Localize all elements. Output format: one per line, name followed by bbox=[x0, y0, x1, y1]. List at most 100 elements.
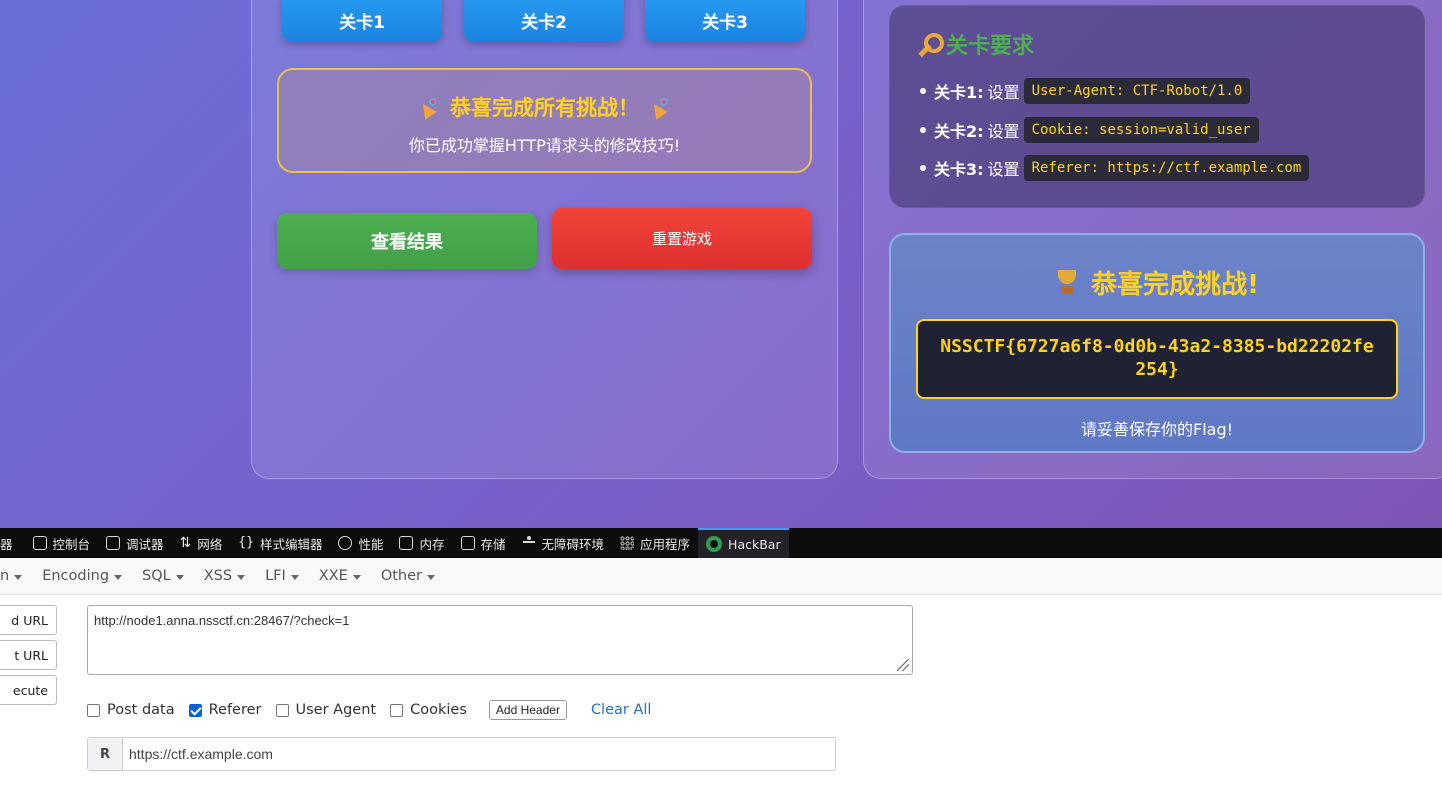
tab-inspector[interactable]: 器 bbox=[0, 528, 21, 558]
chevron-down-icon bbox=[352, 574, 361, 580]
tab-network[interactable]: ⇅ 网络 bbox=[172, 528, 231, 558]
requirement-verb: 设置 bbox=[987, 83, 1020, 103]
referer-checkbox[interactable] bbox=[188, 703, 202, 717]
flag-title-row: 恭喜完成挑战! bbox=[891, 264, 1423, 301]
requirement-label: 关卡1: bbox=[934, 83, 984, 103]
tab-label: 内存 bbox=[419, 536, 445, 552]
accessibility-icon bbox=[522, 536, 536, 550]
level-1-button[interactable]: 关卡1 bbox=[282, 0, 442, 42]
hackbar-icon bbox=[706, 536, 723, 552]
menu-label: Encoding bbox=[42, 568, 110, 584]
menu-label: SQL bbox=[142, 568, 171, 584]
referer-option[interactable]: Referer bbox=[188, 702, 262, 718]
post-data-option[interactable]: Post data bbox=[87, 702, 175, 718]
tab-memory[interactable]: 内存 bbox=[391, 528, 452, 558]
tab-storage[interactable]: 存储 bbox=[453, 528, 514, 558]
level-2-button[interactable]: 关卡2 bbox=[464, 0, 624, 42]
tab-label: 调试器 bbox=[126, 536, 164, 552]
requirements-box: 关卡要求 关卡1: 设置 User-Agent: CTF-Robot/1.0 关… bbox=[889, 5, 1425, 208]
requirement-label: 关卡2: bbox=[934, 121, 984, 141]
load-url-button[interactable]: d URL bbox=[0, 605, 57, 635]
tab-style-editor[interactable]: {} 样式编辑器 bbox=[230, 528, 330, 558]
tab-console[interactable]: 控制台 bbox=[25, 528, 99, 558]
tab-label: 性能 bbox=[358, 536, 384, 552]
menu-lfi[interactable]: LFI bbox=[265, 568, 299, 584]
debugger-icon bbox=[106, 536, 121, 550]
requirement-item: 关卡1: 设置 User-Agent: CTF-Robot/1.0 bbox=[920, 72, 1309, 111]
requirement-item: 关卡2: 设置 Cookie: session=valid_user bbox=[920, 111, 1309, 150]
flag-value[interactable]: NSSCTF{6727a6f8-0d0b-43a2-8385-bd22202fe… bbox=[916, 319, 1398, 399]
network-arrows-icon: ⇅ bbox=[179, 535, 192, 551]
menu-other[interactable]: Other bbox=[381, 568, 435, 584]
flag-panel: 恭喜完成挑战! NSSCTF{6727a6f8-0d0b-43a2-8385-b… bbox=[889, 233, 1425, 453]
memory-chip-icon bbox=[399, 536, 414, 550]
flag-title: 恭喜完成挑战! bbox=[1091, 270, 1259, 300]
tab-label: 存储 bbox=[480, 536, 506, 552]
tab-accessibility[interactable]: 无障碍环境 bbox=[514, 528, 613, 558]
chevron-down-icon bbox=[175, 574, 184, 580]
menu-label: LFI bbox=[265, 568, 286, 584]
option-label: User Agent bbox=[295, 702, 377, 718]
tab-label: HackBar bbox=[728, 536, 781, 552]
option-label: Cookies bbox=[410, 702, 467, 718]
execute-button[interactable]: ecute bbox=[0, 675, 57, 705]
requirement-code: Referer: https://ctf.example.com bbox=[1023, 155, 1310, 182]
requirement-code: User-Agent: CTF-Robot/1.0 bbox=[1023, 78, 1251, 105]
tab-performance[interactable]: 性能 bbox=[330, 528, 391, 558]
tab-application[interactable]: 应用程序 bbox=[612, 528, 698, 558]
tab-label: 样式编辑器 bbox=[259, 536, 323, 552]
post-data-checkbox[interactable] bbox=[87, 703, 100, 717]
option-label: Post data bbox=[107, 702, 175, 718]
menu-xss[interactable]: XSS bbox=[203, 568, 246, 584]
menu-load[interactable]: n bbox=[0, 568, 23, 584]
tab-label: 器 bbox=[0, 536, 13, 552]
chevron-down-icon bbox=[290, 574, 299, 580]
flag-note: 请妥善保存你的Flag! bbox=[1080, 420, 1234, 439]
referer-header-row: R https://ctf.example.com bbox=[87, 737, 836, 771]
reset-game-button[interactable]: 重置游戏 bbox=[552, 208, 812, 269]
user-agent-option[interactable]: User Agent bbox=[275, 702, 377, 718]
menu-label: Other bbox=[380, 568, 422, 584]
bullet-icon bbox=[920, 165, 926, 172]
storage-icon bbox=[460, 536, 475, 550]
menu-xxe[interactable]: XXE bbox=[319, 568, 361, 584]
key-icon bbox=[914, 32, 944, 56]
url-textarea[interactable]: http://node1.anna.nssctf.cn:28467/?check… bbox=[87, 605, 913, 675]
user-agent-checkbox[interactable] bbox=[275, 703, 289, 717]
hackbar-body: d URL t URL ecute http://node1.anna.nssc… bbox=[0, 595, 1442, 788]
chevron-down-icon bbox=[237, 574, 246, 580]
tab-label: 网络 bbox=[197, 536, 223, 552]
resize-grip-icon[interactable] bbox=[897, 659, 909, 671]
menu-label: XSS bbox=[203, 568, 233, 584]
add-header-button[interactable]: Add Header bbox=[488, 700, 567, 720]
requirement-verb: 设置 bbox=[987, 121, 1020, 141]
trophy-icon bbox=[1055, 269, 1079, 296]
hackbar-menu: n Encoding SQL XSS LFI XXE Other bbox=[0, 558, 1442, 595]
cookies-option[interactable]: Cookies bbox=[390, 702, 467, 718]
congrats-subtitle: 你已成功掌握HTTP请求头的修改技巧! bbox=[408, 136, 681, 155]
cookies-checkbox[interactable] bbox=[390, 703, 404, 717]
requirement-label: 关卡3: bbox=[934, 160, 984, 180]
bullet-icon bbox=[920, 88, 926, 95]
menu-sql[interactable]: SQL bbox=[142, 568, 184, 584]
referer-value-input[interactable]: https://ctf.example.com bbox=[123, 738, 835, 770]
chevron-down-icon bbox=[114, 574, 123, 580]
hackbar-options: Post data Referer User Agent Cookies Add… bbox=[87, 700, 651, 720]
tab-hackbar[interactable]: HackBar bbox=[698, 528, 789, 558]
congrats-title: 恭喜完成所有挑战！ bbox=[450, 96, 639, 120]
tab-label: 控制台 bbox=[52, 536, 91, 552]
braces-icon: {} bbox=[238, 535, 254, 550]
requirements-title: 关卡要求 bbox=[946, 34, 1035, 59]
chevron-down-icon bbox=[14, 574, 23, 580]
view-result-button[interactable]: 查看结果 bbox=[277, 213, 537, 269]
split-url-button[interactable]: t URL bbox=[0, 640, 57, 670]
requirements-list: 关卡1: 设置 User-Agent: CTF-Robot/1.0 关卡2: 设… bbox=[920, 72, 1310, 188]
console-icon bbox=[32, 536, 47, 550]
tab-debugger[interactable]: 调试器 bbox=[98, 528, 172, 558]
level-3-button[interactable]: 关卡3 bbox=[645, 0, 805, 42]
menu-encoding[interactable]: Encoding bbox=[42, 568, 123, 584]
header-key-label: R bbox=[88, 738, 123, 770]
clear-all-link[interactable]: Clear All bbox=[591, 702, 652, 718]
requirement-item: 关卡3: 设置 Referer: https://ctf.example.com bbox=[920, 149, 1310, 188]
menu-label: n bbox=[0, 568, 10, 584]
